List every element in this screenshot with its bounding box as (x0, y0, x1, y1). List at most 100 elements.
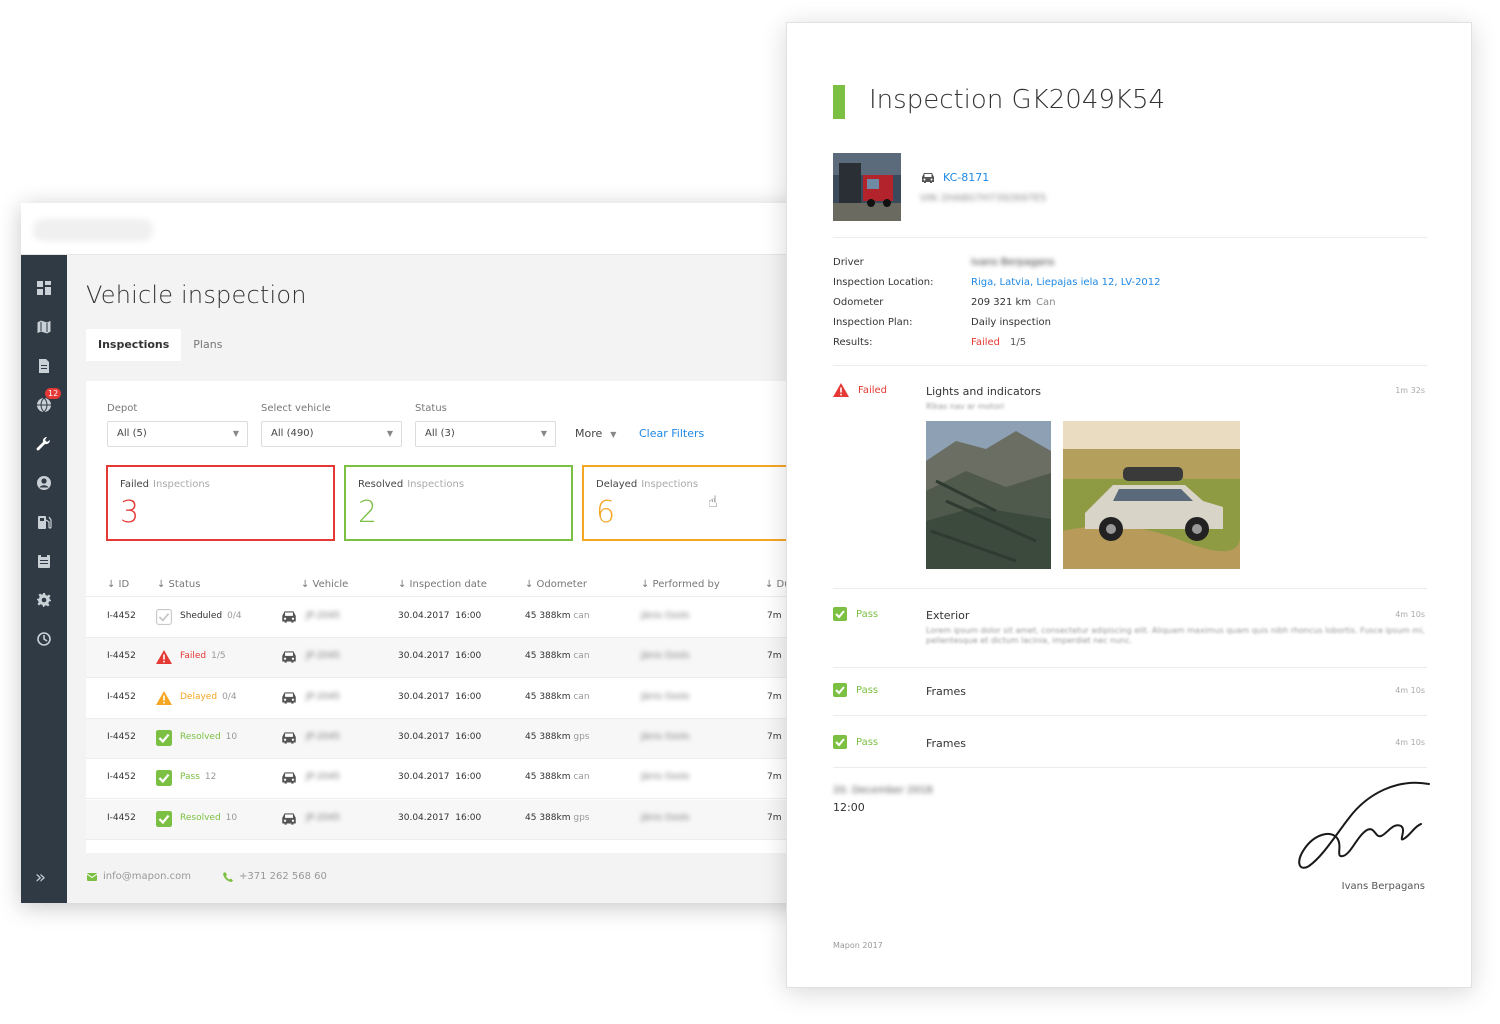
check-status-pass: Pass (833, 683, 878, 697)
cell-performed-by: Jānis Ozols (641, 651, 690, 662)
odometer-value: 209 321 km Can (971, 297, 1056, 308)
double-chevron-right-icon[interactable]: » (35, 869, 53, 887)
cell-odometer: 45 388km can (525, 691, 590, 702)
stat-card-title: Resolved Inspections (358, 479, 465, 490)
cell-status: Pass 12 (180, 772, 217, 783)
checkbox-checked-icon (156, 729, 172, 746)
clipboard-icon[interactable] (33, 550, 55, 572)
more-filters-button[interactable]: More ▼ (575, 421, 616, 447)
failed-inspections-card[interactable]: Failed Inspections 3 (106, 465, 335, 541)
document-icon[interactable] (33, 355, 55, 377)
vehicle-icon (922, 173, 934, 183)
failed-count: 3 (120, 495, 140, 530)
column-header-odometer[interactable]: ↓ Odometer (525, 579, 587, 590)
divider (833, 237, 1427, 238)
vehicle-icon (282, 691, 296, 704)
cell-date: 30.04.2017 16:00 (398, 651, 482, 662)
cell-status: Delayed 0/4 (180, 691, 237, 702)
driver-label: Driver (833, 257, 864, 268)
table-row[interactable]: I-4452 Sheduled 0/4 JP-2045 30.04.2017 16:00… (86, 598, 811, 638)
title-accent-bar (833, 85, 845, 119)
check-title: Frames (926, 685, 967, 698)
cell-status: Sheduled 0/4 (180, 611, 242, 621)
cell-vehicle: JP-2045 (306, 611, 341, 621)
vehicle-plate-link[interactable]: KC-8171 (943, 171, 989, 184)
status-filter-label: Status (415, 403, 447, 414)
tab-inspections[interactable]: Inspections (86, 329, 182, 361)
warning-icon (833, 383, 849, 397)
dashboard-icon[interactable] (33, 277, 55, 299)
map-icon[interactable] (33, 316, 55, 338)
fuel-icon[interactable] (33, 511, 55, 533)
depot-select[interactable]: All (5) ▼ (107, 421, 248, 447)
checkbox-checked-icon (833, 607, 847, 621)
page-title: Vehicle inspection (86, 281, 307, 309)
cell-date: 30.04.2017 16:00 (398, 812, 482, 823)
check-description: Lorem ipsum dolor sit amet, consectetur … (926, 626, 1425, 645)
cell-vehicle: JP-2045 (306, 691, 341, 702)
table-row[interactable]: I-4452 Delayed 0/4 JP-2045 30.04.2017 16:00 4… (86, 679, 811, 719)
vehicle-select-value: All (490) (271, 428, 314, 439)
cell-id: I-4452 (107, 731, 136, 742)
cell-odometer: 45 388km can (525, 611, 590, 621)
signature-date: 20. December 2018 (833, 785, 933, 796)
column-header-status[interactable]: ↓ Status (157, 579, 200, 590)
report-title: Inspection GK2049K54 (869, 85, 1166, 115)
wrench-icon[interactable] (33, 433, 55, 455)
check-duration: 4m 10s (1395, 610, 1425, 619)
stat-card-title: Failed Inspections (120, 479, 210, 490)
cell-duration: 7m (767, 731, 782, 742)
odometer-label: Odometer (833, 297, 884, 308)
chevron-down-icon: ▼ (610, 430, 617, 439)
table-row[interactable]: I-4452 Resolved 10 JP-2045 30.04.2017 16:00 4… (86, 799, 811, 840)
vehicle-icon (282, 651, 296, 663)
table-header: ↓ ID ↓ Status ↓ Vehicle ↓ Inspection dat… (86, 571, 811, 597)
resolved-count: 2 (358, 495, 378, 530)
cell-duration: 7m (767, 691, 782, 702)
handwritten-signature (1298, 781, 1430, 869)
vehicle-icon (282, 611, 296, 623)
column-header-vehicle[interactable]: ↓ Vehicle (301, 579, 348, 590)
checkbox-checked-icon (833, 735, 847, 749)
history-icon[interactable] (33, 628, 55, 650)
status-select[interactable]: All (3) ▼ (415, 421, 556, 447)
vehicle-icon (282, 732, 296, 744)
vehicle-select[interactable]: All (490) ▼ (261, 421, 402, 447)
delayed-inspections-card[interactable]: Delayed Inspections 6 (582, 465, 811, 541)
table-row[interactable]: I-4452 Pass 12 JP-2045 30.04.2017 16:00 45 38… (86, 759, 811, 800)
table-row[interactable]: I-4452 Resolved 10 JP-2045 30.04.2017 16:00 4… (86, 718, 811, 759)
column-header-performed-by[interactable]: ↓ Performed by (641, 579, 720, 590)
cell-vehicle: JP-2045 (306, 772, 341, 783)
signer-name: Ivans Berpagans (1341, 881, 1425, 892)
globe-icon[interactable]: 12 (33, 388, 62, 416)
column-header-id[interactable]: ↓ ID (107, 579, 129, 590)
resolved-inspections-card[interactable]: Resolved Inspections 2 (344, 465, 573, 541)
cell-duration: 7m (767, 772, 782, 783)
more-filters-label: More (575, 427, 603, 440)
inspection-photo-rocks[interactable] (926, 421, 1051, 569)
user-icon[interactable] (33, 472, 55, 494)
footer-email[interactable]: info@mapon.com (87, 871, 191, 882)
checkbox-checked-icon (156, 770, 172, 787)
column-header-inspection-date[interactable]: ↓ Inspection date (398, 579, 487, 590)
inspection-photo-car[interactable] (1063, 421, 1240, 569)
cell-date: 30.04.2017 16:00 (398, 731, 482, 742)
check-subtitle: Rīkas nav ar motori (926, 402, 1005, 411)
check-title: Exterior (926, 609, 970, 622)
warning-icon (156, 690, 172, 706)
clear-filters-link[interactable]: Clear Filters (639, 421, 704, 447)
tab-plans[interactable]: Plans (181, 329, 234, 361)
footer-phone[interactable]: +371 262 568 60 (223, 871, 327, 882)
vehicle-photo-thumbnail[interactable] (833, 153, 901, 221)
envelope-icon (87, 872, 97, 881)
divider (833, 667, 1427, 668)
check-status-pass: Pass (833, 607, 878, 621)
location-link[interactable]: Riga, Latvia, Liepajas iela 12, LV-2012 (971, 277, 1161, 288)
cell-duration: 7m (767, 812, 782, 823)
tab-bar: Inspections Plans (86, 329, 234, 361)
gear-icon[interactable] (33, 589, 55, 611)
inspections-panel: Depot All (5) ▼ Select vehicle All (490)… (86, 381, 811, 853)
sidebar: 12 » (21, 255, 67, 903)
cell-duration: 7m (767, 651, 782, 662)
table-row[interactable]: I-4452 Failed 1/5 JP-2045 30.04.2017 16:00 45… (86, 638, 811, 679)
